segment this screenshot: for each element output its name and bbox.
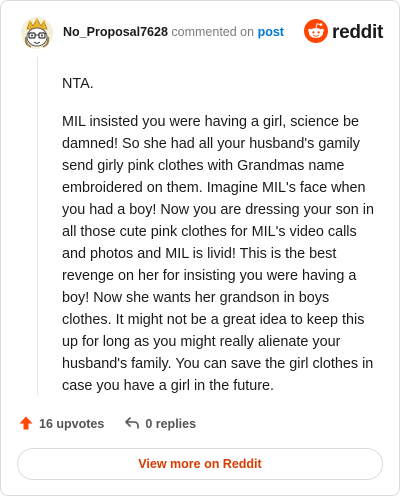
reply-arrow-icon (124, 415, 145, 434)
upvote-arrow-icon (18, 415, 39, 434)
author-username[interactable]: No_Proposal7628 (63, 25, 168, 39)
reply-count: 0 replies (145, 417, 197, 431)
comment-paragraph: MIL insisted you were having a girl, sci… (62, 114, 374, 394)
comment-body: NTA. MIL insisted you were having a girl… (62, 73, 380, 413)
comment-actions: 16 upvotes 0 replies (18, 414, 196, 434)
upvote-button[interactable]: 16 upvotes (18, 415, 104, 434)
comment-meta: No_Proposal7628 commented on post (63, 25, 284, 39)
view-more-on-reddit-button[interactable]: View more on Reddit (17, 448, 383, 480)
comment-header: No_Proposal7628 commented on post reddit (21, 17, 383, 51)
commented-on-text: commented on (171, 25, 255, 39)
comment-paragraph: NTA. (62, 76, 94, 92)
view-more-label: View more on Reddit (138, 457, 262, 471)
reddit-brand-link[interactable]: reddit (304, 18, 383, 48)
reddit-wordmark: reddit (332, 22, 383, 43)
upvote-count: 16 upvotes (39, 417, 105, 431)
user-avatar[interactable] (21, 17, 53, 49)
post-link[interactable]: post (258, 25, 284, 39)
thread-line (37, 57, 38, 395)
embedded-comment-card: No_Proposal7628 commented on post reddit (0, 0, 400, 496)
reddit-snoo-icon (304, 18, 329, 48)
replies-button[interactable]: 0 replies (124, 415, 196, 434)
